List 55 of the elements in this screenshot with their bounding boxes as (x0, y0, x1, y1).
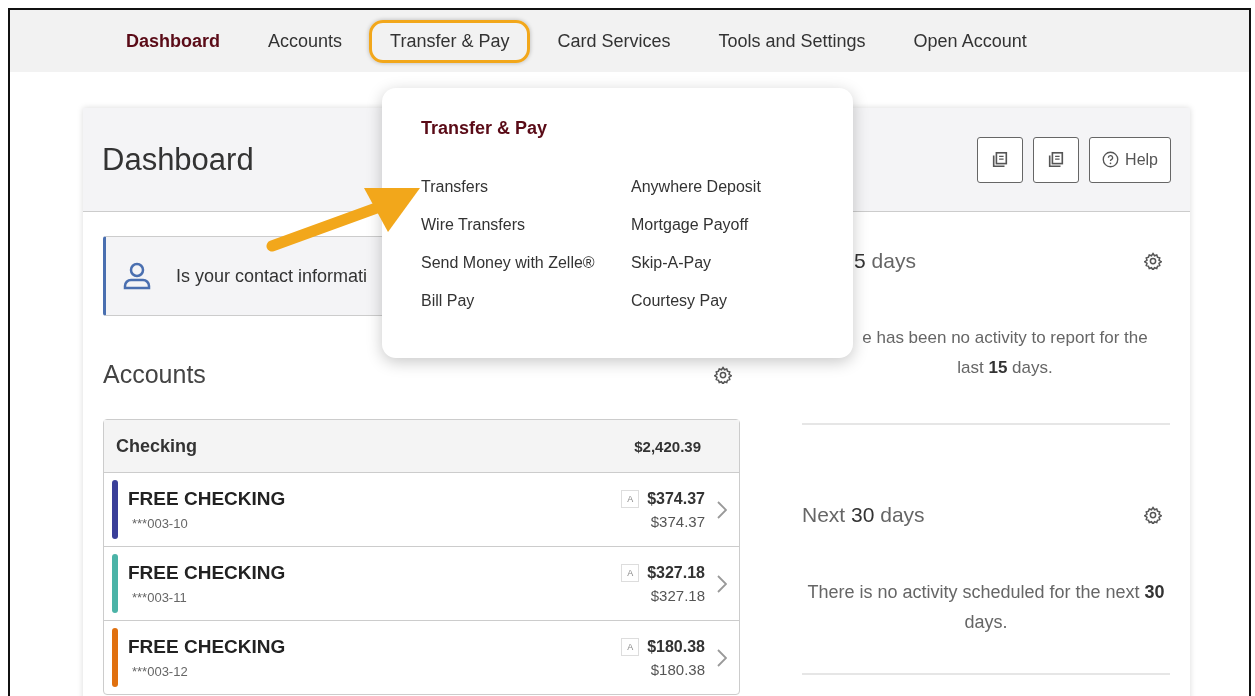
settings-icon[interactable] (714, 365, 732, 384)
section-title: Accounts (103, 360, 206, 389)
balance: $327.18 (647, 563, 705, 582)
menu-item[interactable]: Mortgage Payoff (631, 216, 749, 234)
account-row[interactable]: FREE CHECKING ***003-11 A $327.18 $327.18 (104, 546, 739, 620)
available-balance: $180.38 (650, 660, 705, 678)
menu-item[interactable]: Bill Pay (421, 292, 475, 310)
nav-tab[interactable]: Transfer & Pay (369, 19, 531, 63)
account-number: ***003-10 (131, 516, 189, 531)
menu-item[interactable]: Transfers (421, 178, 488, 196)
nav-tab[interactable]: Tools and Settings (697, 19, 887, 63)
nav-tab[interactable]: Dashboard (105, 19, 242, 63)
chevron-icon[interactable] (717, 648, 727, 667)
activity-heading: Next 30 days (802, 503, 925, 527)
balance: $180.38 (647, 637, 705, 656)
document-stack-icon (1047, 150, 1066, 169)
account-row[interactable]: FREE CHECKING ***003-10 A $374.37 $374.37 (104, 472, 739, 546)
chevron-icon[interactable] (717, 500, 727, 519)
menu-title: Transfer & Pay (421, 118, 549, 139)
account-number: ***003-12 (131, 664, 189, 679)
balance: $374.37 (647, 489, 705, 508)
menu-item[interactable]: Skip-A-Pay (631, 254, 712, 272)
icon-button[interactable] (977, 136, 1024, 183)
account-name: FREE CHECKING (128, 636, 287, 658)
nav-tab[interactable]: Open Account (892, 19, 1048, 63)
activity-heading: 5 days (854, 249, 916, 273)
account-name: FREE CHECKING (128, 488, 287, 510)
icon-button[interactable] (1033, 136, 1080, 183)
help-button[interactable]: Help (1089, 136, 1171, 183)
menu-item[interactable]: Courtesy Pay (631, 292, 728, 310)
nav-tab[interactable]: Accounts (247, 19, 364, 63)
person-icon (122, 261, 152, 291)
chevron-icon[interactable] (717, 574, 727, 593)
document-stack-icon (991, 150, 1010, 169)
menu-item[interactable]: Wire Transfers (421, 216, 525, 234)
help-icon (1102, 151, 1120, 168)
group-total: $2,420.39 (634, 437, 701, 455)
activity-message: There is no activity scheduled for the next 30 days. (806, 581, 1166, 634)
status-badge: A (621, 563, 640, 582)
page-title: Dashboard (102, 141, 254, 178)
group-name: Checking (116, 435, 198, 457)
status-badge: A (621, 637, 640, 656)
account-row[interactable]: FREE CHECKING ***003-12 A $180.38 $180.38 (104, 620, 739, 694)
activity-message: e has been no activity to report for the last 15 days. (861, 327, 1149, 379)
menu-item[interactable]: Anywhere Deposit (631, 178, 761, 196)
nav-tab[interactable]: Card Services (536, 19, 692, 63)
banner-text: Is your contact informati (176, 265, 368, 287)
available-balance: $327.18 (650, 586, 705, 604)
settings-icon[interactable] (1144, 506, 1162, 524)
account-number: ***003-11 (131, 590, 188, 605)
status-badge: A (621, 489, 640, 508)
account-name: FREE CHECKING (128, 562, 287, 584)
menu-item[interactable]: Send Money with Zelle® (421, 254, 595, 272)
available-balance: $374.37 (650, 512, 705, 530)
settings-icon[interactable] (1144, 252, 1162, 270)
